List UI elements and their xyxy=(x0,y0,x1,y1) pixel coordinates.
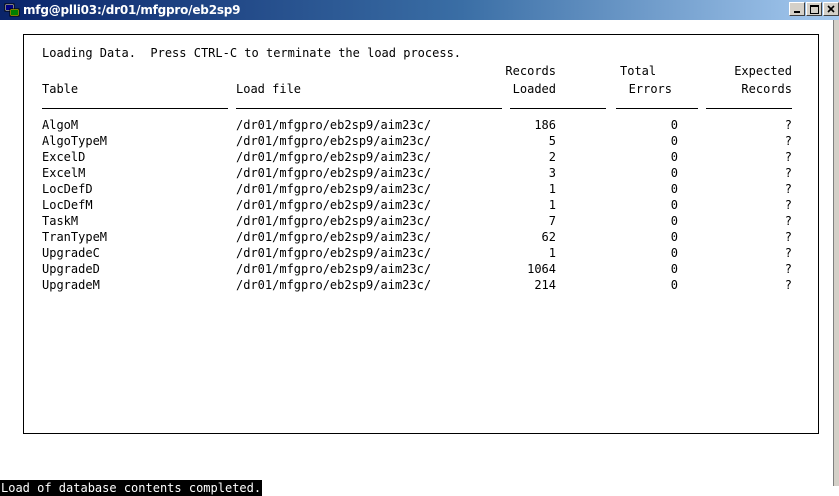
row-expected-records: ? xyxy=(784,150,792,164)
minimize-icon xyxy=(794,11,800,13)
row-records-loaded: 62 xyxy=(541,230,556,244)
maximize-button[interactable] xyxy=(806,2,822,16)
row-table-name: TaskM xyxy=(42,214,79,228)
status-message: Load of database contents completed. xyxy=(0,480,263,496)
row-table-name: UpgradeD xyxy=(42,262,100,276)
close-icon xyxy=(827,5,835,13)
terminal-window: mfg@plli03:/dr01/mfgpro/eb2sp9 Loading D… xyxy=(0,0,839,496)
row-records-loaded: 2 xyxy=(548,150,556,164)
row-records-loaded: 5 xyxy=(548,134,556,148)
row-expected-records: ? xyxy=(784,182,792,196)
row-total-errors: 0 xyxy=(670,246,678,260)
row-load-file: /dr01/mfgpro/eb2sp9/aim23c/ xyxy=(236,166,432,180)
row-records-loaded: 1 xyxy=(548,182,556,196)
row-table-name: LocDefM xyxy=(42,198,93,212)
col-header-expected-line2: Records xyxy=(741,82,792,96)
row-expected-records: ? xyxy=(784,214,792,228)
row-table-name: UpgradeC xyxy=(42,246,100,260)
row-expected-records: ? xyxy=(784,262,792,276)
terminal-app-icon[interactable] xyxy=(4,3,20,17)
col-header-records-line2: Loaded xyxy=(512,82,556,96)
row-load-file: /dr01/mfgpro/eb2sp9/aim23c/ xyxy=(236,278,432,292)
row-expected-records: ? xyxy=(784,166,792,180)
vertical-scrollbar[interactable] xyxy=(833,20,839,486)
row-load-file: /dr01/mfgpro/eb2sp9/aim23c/ xyxy=(236,134,432,148)
row-load-file: /dr01/mfgpro/eb2sp9/aim23c/ xyxy=(236,246,432,260)
table-col-rule xyxy=(42,108,228,109)
row-total-errors: 0 xyxy=(670,230,678,244)
row-load-file: /dr01/mfgpro/eb2sp9/aim23c/ xyxy=(236,230,432,244)
terminal-screen[interactable]: Loading Data. Press CTRL-C to terminate … xyxy=(0,20,834,496)
row-table-name: TranTypeM xyxy=(42,230,108,244)
row-load-file: /dr01/mfgpro/eb2sp9/aim23c/ xyxy=(236,198,432,212)
row-total-errors: 0 xyxy=(670,278,678,292)
title-bar[interactable]: mfg@plli03:/dr01/mfgpro/eb2sp9 xyxy=(0,0,839,20)
row-expected-records: ? xyxy=(784,230,792,244)
errors-col-rule xyxy=(616,108,698,109)
window-controls xyxy=(789,1,839,19)
row-total-errors: 0 xyxy=(670,182,678,196)
row-table-name: ExcelD xyxy=(42,150,86,164)
file-col-rule xyxy=(236,108,502,109)
row-expected-records: ? xyxy=(784,278,792,292)
row-load-file: /dr01/mfgpro/eb2sp9/aim23c/ xyxy=(236,150,432,164)
col-header-load-file: Load file xyxy=(236,82,302,96)
col-header-errors-line1: Total xyxy=(620,64,657,78)
row-total-errors: 0 xyxy=(670,198,678,212)
maximize-icon xyxy=(809,4,819,14)
row-load-file: /dr01/mfgpro/eb2sp9/aim23c/ xyxy=(236,262,432,276)
row-table-name: AlgoM xyxy=(42,118,79,132)
col-header-table: Table xyxy=(42,82,79,96)
row-records-loaded: 7 xyxy=(548,214,556,228)
row-total-errors: 0 xyxy=(670,118,678,132)
close-button[interactable] xyxy=(823,2,839,16)
row-total-errors: 0 xyxy=(670,262,678,276)
col-header-records-line1: Records xyxy=(505,64,556,78)
records-col-rule xyxy=(510,108,606,109)
col-header-expected-line1: Expected xyxy=(734,64,792,78)
row-table-name: LocDefD xyxy=(42,182,93,196)
row-total-errors: 0 xyxy=(670,150,678,164)
row-load-file: /dr01/mfgpro/eb2sp9/aim23c/ xyxy=(236,214,432,228)
row-expected-records: ? xyxy=(784,134,792,148)
row-expected-records: ? xyxy=(784,246,792,260)
expected-col-rule xyxy=(706,108,792,109)
row-total-errors: 0 xyxy=(670,166,678,180)
row-table-name: UpgradeM xyxy=(42,278,100,292)
row-load-file: /dr01/mfgpro/eb2sp9/aim23c/ xyxy=(236,182,432,196)
row-load-file: /dr01/mfgpro/eb2sp9/aim23c/ xyxy=(236,118,432,132)
row-expected-records: ? xyxy=(784,118,792,132)
minimize-button[interactable] xyxy=(789,2,805,16)
row-total-errors: 0 xyxy=(670,134,678,148)
col-header-errors-line2: Errors xyxy=(628,82,672,96)
row-records-loaded: 1 xyxy=(548,198,556,212)
row-records-loaded: 186 xyxy=(534,118,556,132)
window-title: mfg@plli03:/dr01/mfgpro/eb2sp9 xyxy=(23,3,241,17)
load-dialog-frame: Loading Data. Press CTRL-C to terminate … xyxy=(23,34,819,434)
row-expected-records: ? xyxy=(784,198,792,212)
row-records-loaded: 1 xyxy=(548,246,556,260)
row-total-errors: 0 xyxy=(670,214,678,228)
row-records-loaded: 214 xyxy=(534,278,556,292)
row-table-name: AlgoTypeM xyxy=(42,134,108,148)
row-records-loaded: 3 xyxy=(548,166,556,180)
load-message: Loading Data. Press CTRL-C to terminate … xyxy=(42,46,462,60)
row-records-loaded: 1064 xyxy=(527,262,556,276)
row-table-name: ExcelM xyxy=(42,166,86,180)
